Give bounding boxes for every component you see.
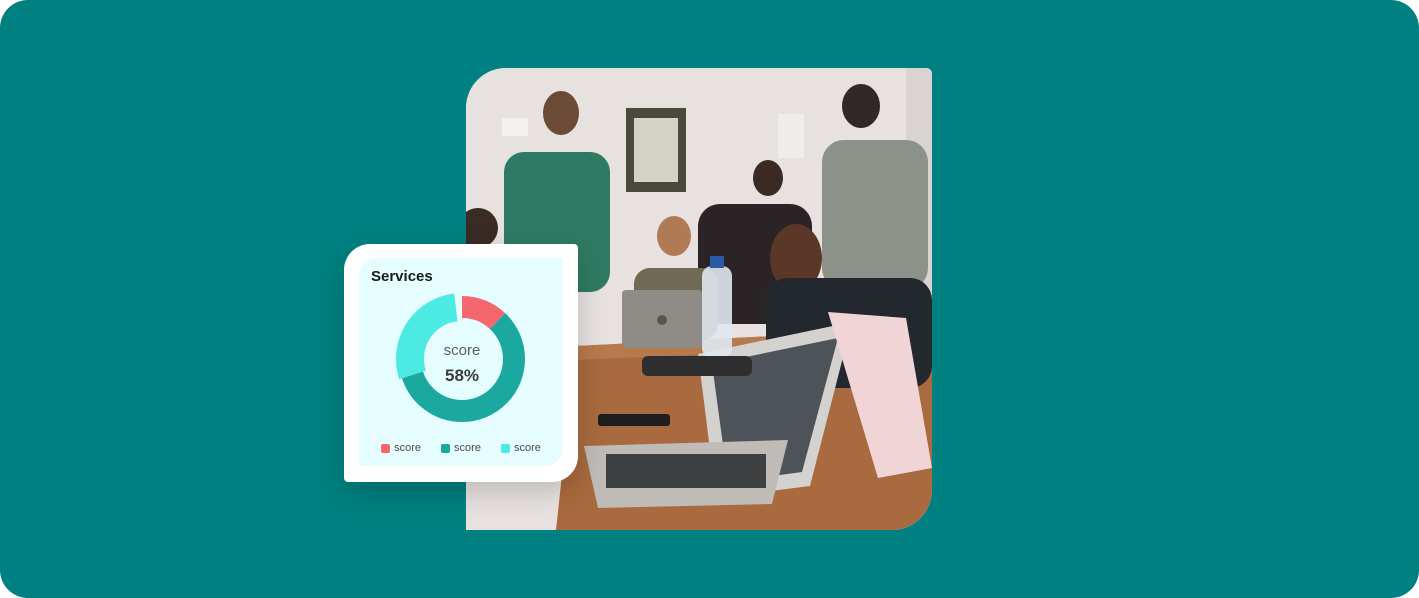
services-card-body: Services score 58% score score score — [359, 258, 563, 466]
card-title: Services — [371, 268, 433, 285]
legend-label: score — [454, 442, 481, 454]
legend-swatch — [441, 443, 451, 453]
legend-label: score — [394, 442, 422, 454]
services-card: Services score 58% score score score — [344, 244, 578, 482]
legend-swatch — [381, 443, 391, 453]
legend-label: score — [513, 442, 541, 454]
donut-center-label: score — [443, 342, 481, 359]
legend-item-1: score — [381, 442, 421, 454]
legend-item-3: score — [500, 442, 541, 454]
legend-swatch — [500, 443, 510, 453]
chart-legend: score score score — [359, 442, 563, 454]
donut-center-value: 58% — [444, 366, 480, 385]
hero-banner: Services score 58% score score score — [0, 0, 1419, 598]
legend-item-2: score — [441, 442, 481, 454]
donut-chart — [396, 293, 528, 425]
